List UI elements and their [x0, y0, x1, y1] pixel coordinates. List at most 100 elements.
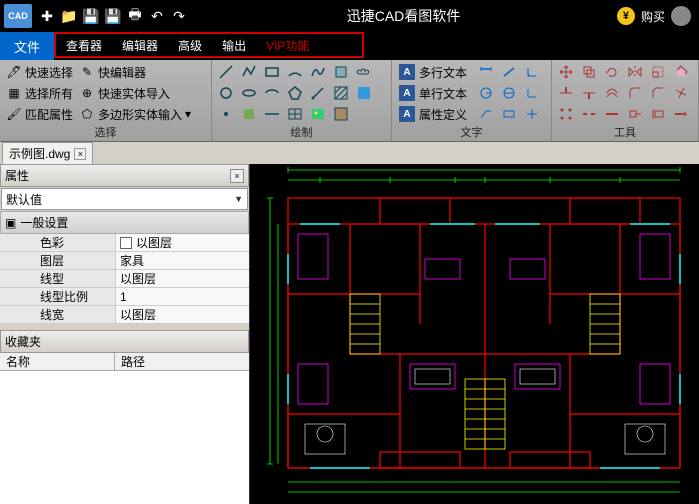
- xline-icon[interactable]: [262, 104, 282, 124]
- panel-draw-label: 绘制: [216, 124, 387, 140]
- centermark-icon[interactable]: [522, 104, 542, 124]
- ray-icon[interactable]: [308, 83, 328, 103]
- poly-entity-input[interactable]: ⬠多边形实体输入▾: [77, 104, 193, 124]
- panel-text-label: 文字: [396, 124, 547, 140]
- polygon-icon[interactable]: [285, 83, 305, 103]
- align-icon[interactable]: [648, 104, 668, 124]
- spline-icon[interactable]: [308, 62, 328, 82]
- menu-output[interactable]: 输出: [212, 34, 256, 56]
- prop-ltype[interactable]: 以图层: [115, 270, 249, 287]
- mtext-button[interactable]: A多行文本: [396, 62, 470, 82]
- image-icon[interactable]: [308, 104, 328, 124]
- dim-diameter-icon[interactable]: [499, 83, 519, 103]
- circle-icon[interactable]: [216, 83, 236, 103]
- panel-select-label: 选择: [4, 124, 207, 140]
- line-icon[interactable]: [216, 62, 236, 82]
- coin-icon[interactable]: ¥: [617, 7, 635, 25]
- favorites-body: [0, 371, 249, 504]
- doc-tab[interactable]: 示例图.dwg ×: [2, 142, 93, 164]
- chamfer-icon[interactable]: [648, 83, 668, 103]
- props-general-header[interactable]: ▣一般设置: [0, 211, 249, 234]
- menu-advanced[interactable]: 高级: [168, 34, 212, 56]
- tolerance-icon[interactable]: [499, 104, 519, 124]
- trim-icon[interactable]: [556, 83, 576, 103]
- print-icon[interactable]: 🖶: [124, 5, 146, 27]
- props-default-combo[interactable]: 默认值: [1, 188, 248, 210]
- erase-icon[interactable]: [671, 62, 691, 82]
- menu-vip[interactable]: VIP功能: [256, 34, 319, 56]
- point-icon[interactable]: [216, 104, 236, 124]
- copy-icon[interactable]: [579, 62, 599, 82]
- menu-editor[interactable]: 编辑器: [112, 34, 168, 56]
- block-icon[interactable]: [239, 104, 259, 124]
- close-tab-icon[interactable]: ×: [74, 148, 86, 160]
- fillet-icon[interactable]: [625, 83, 645, 103]
- drawing-canvas[interactable]: [250, 164, 699, 504]
- rotate-icon[interactable]: [602, 62, 622, 82]
- move-icon[interactable]: [556, 62, 576, 82]
- document-tabs: 示例图.dwg ×: [0, 142, 699, 164]
- buy-label[interactable]: 购买: [641, 8, 665, 25]
- app-title: 迅捷CAD看图软件: [190, 6, 617, 26]
- menu-bar-highlighted: 查看器 编辑器 高级 输出 VIP功能: [54, 32, 364, 58]
- redo-icon[interactable]: ↷: [168, 5, 190, 27]
- array-icon[interactable]: [556, 104, 576, 124]
- app-logo: CAD: [4, 4, 32, 28]
- mirror-icon[interactable]: [625, 62, 645, 82]
- table-icon[interactable]: [285, 104, 305, 124]
- break-icon[interactable]: [579, 104, 599, 124]
- ribbon: 🖊快速选择 ▦选择所有 🖌匹配属性 ✎快编辑器 ⊕快速实体导入 ⬠多边形实体输入…: [0, 60, 699, 142]
- save-icon[interactable]: 💾: [80, 5, 102, 27]
- user-avatar[interactable]: [671, 6, 691, 26]
- quick-select[interactable]: 🖊快速选择: [4, 62, 75, 82]
- offset-icon[interactable]: [602, 83, 622, 103]
- doc-tab-label: 示例图.dwg: [9, 145, 70, 162]
- leader-icon[interactable]: [476, 104, 496, 124]
- favorites-header: 名称路径: [0, 353, 249, 371]
- tools-grid: [556, 62, 693, 124]
- prop-layer[interactable]: 家具: [115, 252, 249, 269]
- favorites-title: 收藏夹: [0, 330, 249, 353]
- stretch-icon[interactable]: [625, 104, 645, 124]
- attdef-button[interactable]: A属性定义: [396, 104, 470, 124]
- dim-linear-icon[interactable]: [476, 62, 496, 82]
- menu-file[interactable]: 文件: [0, 32, 54, 60]
- quick-edit[interactable]: ✎快编辑器: [77, 62, 193, 82]
- wipeout-icon[interactable]: [331, 104, 351, 124]
- prop-color[interactable]: 以图层: [115, 234, 249, 251]
- side-panel: 属性 × 默认值 ▣一般设置 色彩以图层 图层家具 线型以图层 线型比例1 线宽…: [0, 164, 250, 504]
- join-icon[interactable]: [602, 104, 622, 124]
- arc-icon[interactable]: [285, 62, 305, 82]
- prop-lscale[interactable]: 1: [115, 288, 249, 305]
- saveas-icon[interactable]: 💾: [102, 5, 124, 27]
- cloud-icon[interactable]: [354, 62, 374, 82]
- props-title: 属性 ×: [0, 164, 249, 187]
- dim-angular-icon[interactable]: [522, 62, 542, 82]
- ellipse-arc-icon[interactable]: [262, 83, 282, 103]
- gradient-icon[interactable]: [354, 83, 374, 103]
- entity-import[interactable]: ⊕快速实体导入: [77, 83, 193, 103]
- dim-radius-icon[interactable]: [476, 83, 496, 103]
- scale-icon[interactable]: [648, 62, 668, 82]
- dim-ord-icon[interactable]: [522, 83, 542, 103]
- ellipse-icon[interactable]: [239, 83, 259, 103]
- match-props[interactable]: 🖌匹配属性: [4, 104, 75, 124]
- prop-lweight[interactable]: 以图层: [115, 306, 249, 323]
- stext-button[interactable]: A单行文本: [396, 83, 470, 103]
- select-all[interactable]: ▦选择所有: [4, 83, 75, 103]
- rect-icon[interactable]: [262, 62, 282, 82]
- explode-icon[interactable]: [671, 83, 691, 103]
- region-icon[interactable]: [331, 62, 351, 82]
- props-grid: 色彩以图层 图层家具 线型以图层 线型比例1 线宽以图层: [0, 234, 249, 324]
- undo-icon[interactable]: ↶: [146, 5, 168, 27]
- draw-tools-grid: [216, 62, 376, 124]
- lengthen-icon[interactable]: [671, 104, 691, 124]
- hatch-icon[interactable]: [331, 83, 351, 103]
- extend-icon[interactable]: [579, 83, 599, 103]
- new-icon[interactable]: ✚: [36, 5, 58, 27]
- dim-aligned-icon[interactable]: [499, 62, 519, 82]
- open-icon[interactable]: 📁: [58, 5, 80, 27]
- close-props-icon[interactable]: ×: [230, 169, 244, 183]
- menu-viewer[interactable]: 查看器: [56, 34, 112, 56]
- polyline-icon[interactable]: [239, 62, 259, 82]
